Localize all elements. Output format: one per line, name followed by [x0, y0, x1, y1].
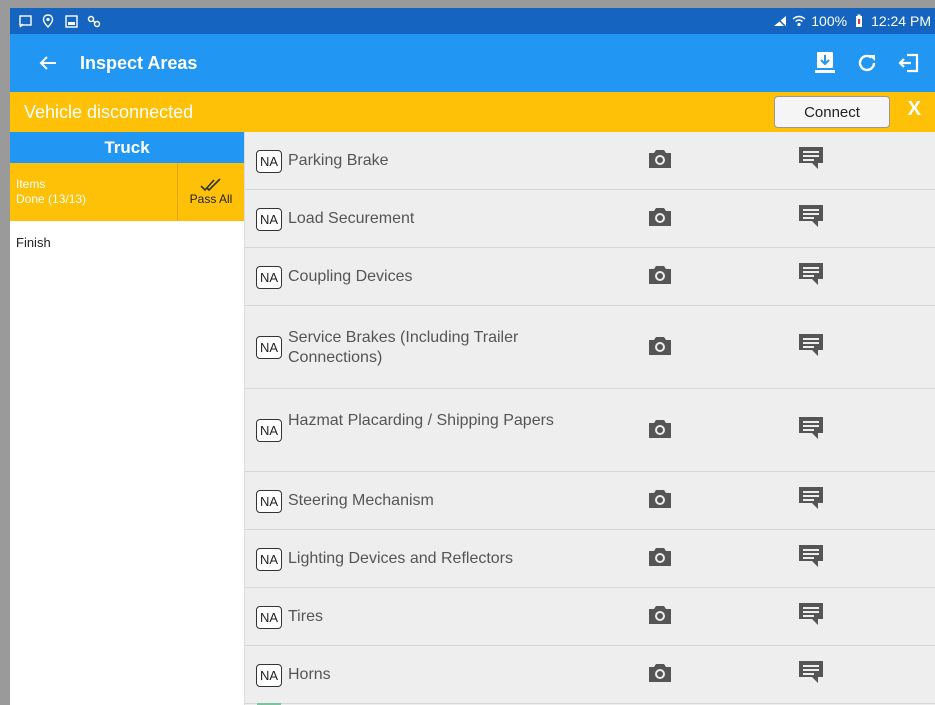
na-checkbox[interactable]: NA: [256, 149, 282, 173]
download-report-icon: [815, 52, 835, 73]
battery-percent: 100%: [811, 13, 848, 29]
items-status: Done (13/13): [16, 192, 87, 206]
items-row: Items Done (13/13) Pass All: [10, 163, 244, 221]
camera-icon[interactable]: [647, 206, 673, 228]
inspection-list: NA Parking Brake NA Load Securement NA Coupli…: [245, 132, 935, 705]
inspection-row[interactable]: NA Tires: [245, 588, 935, 646]
cast-icon: [18, 14, 32, 28]
finish-item[interactable]: Finish: [10, 221, 244, 250]
location-icon: [41, 14, 55, 28]
arrow-left-icon: [39, 56, 56, 70]
battery-icon: [852, 14, 866, 28]
items-summary[interactable]: Items Done (13/13): [10, 163, 178, 221]
inspection-item-label: Coupling Devices: [288, 268, 413, 285]
camera-icon[interactable]: [647, 264, 673, 286]
comment-icon[interactable]: [797, 261, 825, 287]
camera-icon[interactable]: [647, 418, 673, 440]
camera-icon[interactable]: [647, 148, 673, 170]
inspection-row[interactable]: NA Parking Brake: [245, 132, 935, 190]
inspection-row[interactable]: NA Service Brakes (Including Trailer Conn…: [245, 306, 935, 389]
refresh-button[interactable]: [853, 49, 881, 77]
pass-all-label: Pass All: [189, 192, 233, 206]
status-bar: 100% 12:24 PM: [10, 8, 935, 34]
na-checkbox[interactable]: NA: [256, 419, 282, 442]
camera-icon[interactable]: [647, 546, 673, 568]
comment-icon[interactable]: [797, 203, 825, 229]
items-label: Items: [16, 177, 46, 191]
inspection-row[interactable]: NA Horns: [245, 646, 935, 704]
app-bar-actions: [811, 49, 923, 77]
na-checkbox[interactable]: NA: [256, 663, 282, 687]
na-checkbox[interactable]: NA: [256, 265, 282, 289]
inspection-row[interactable]: NA Load Securement: [245, 190, 935, 248]
inspection-item-label: Tires: [288, 608, 323, 625]
refresh-icon: [858, 54, 876, 72]
camera-icon[interactable]: [647, 335, 673, 357]
app-frame: 100% 12:24 PM Inspect Areas Vehicle disc…: [0, 0, 935, 705]
na-checkbox[interactable]: NA: [256, 207, 282, 231]
download-report-button[interactable]: [811, 49, 839, 77]
comment-icon[interactable]: [797, 659, 825, 685]
inspection-row[interactable]: NA Lighting Devices and Reflectors: [245, 530, 935, 588]
camera-icon[interactable]: [647, 662, 673, 684]
inspection-row[interactable]: NA Coupling Devices: [245, 248, 935, 306]
double-check-icon: [200, 178, 221, 192]
inspection-item-label: Horns: [288, 666, 331, 683]
clock: 12:24 PM: [871, 13, 931, 29]
na-checkbox[interactable]: NA: [256, 605, 282, 629]
na-checkbox[interactable]: NA: [256, 547, 282, 571]
comment-icon[interactable]: [797, 543, 825, 569]
signal-off-icon: [773, 14, 787, 28]
status-left-icons: [18, 14, 101, 28]
inspection-item-label: Load Securement: [288, 210, 415, 227]
inspection-item-label: Parking Brake: [288, 152, 389, 169]
inspection-item-label: Service Brakes (Including Trailer Connec…: [288, 329, 519, 366]
connect-button[interactable]: Connect: [774, 96, 890, 128]
inspection-row[interactable]: NA Steering Mechanism: [245, 472, 935, 530]
panel-header: Truck: [10, 132, 244, 163]
wifi-icon: [792, 14, 806, 28]
camera-icon[interactable]: [647, 488, 673, 510]
comment-icon[interactable]: [797, 601, 825, 627]
page-title: Inspect Areas: [80, 52, 198, 73]
na-checkbox[interactable]: NA: [256, 489, 282, 513]
banner-message: Vehicle disconnected: [24, 101, 194, 122]
logout-button[interactable]: [895, 49, 923, 77]
image-icon: [64, 14, 78, 28]
usb-icon: [87, 14, 101, 28]
pass-all-button[interactable]: Pass All: [178, 163, 244, 221]
comment-icon[interactable]: [797, 415, 825, 441]
connection-banner: Vehicle disconnected Connect X: [10, 92, 935, 132]
inspection-item-label: Hazmat Placarding / Shipping Papers: [288, 412, 554, 429]
camera-icon[interactable]: [647, 604, 673, 626]
inspection-item-label: Steering Mechanism: [288, 492, 434, 509]
comment-icon[interactable]: [797, 485, 825, 511]
comment-icon[interactable]: [797, 332, 825, 358]
logout-icon: [898, 53, 919, 73]
inspection-item-label: Lighting Devices and Reflectors: [288, 550, 514, 567]
inspection-row[interactable]: NA Hazmat Placarding / Shipping Papers: [245, 389, 935, 472]
banner-close-button[interactable]: X: [908, 98, 921, 121]
left-panel: Truck Items Done (13/13) Pass All Finish: [10, 132, 245, 705]
comment-icon[interactable]: [797, 145, 825, 171]
back-button[interactable]: [26, 41, 70, 85]
na-checkbox[interactable]: NA: [256, 336, 282, 359]
status-right-area: 100% 12:24 PM: [773, 13, 931, 29]
app-bar: Inspect Areas: [10, 34, 935, 92]
